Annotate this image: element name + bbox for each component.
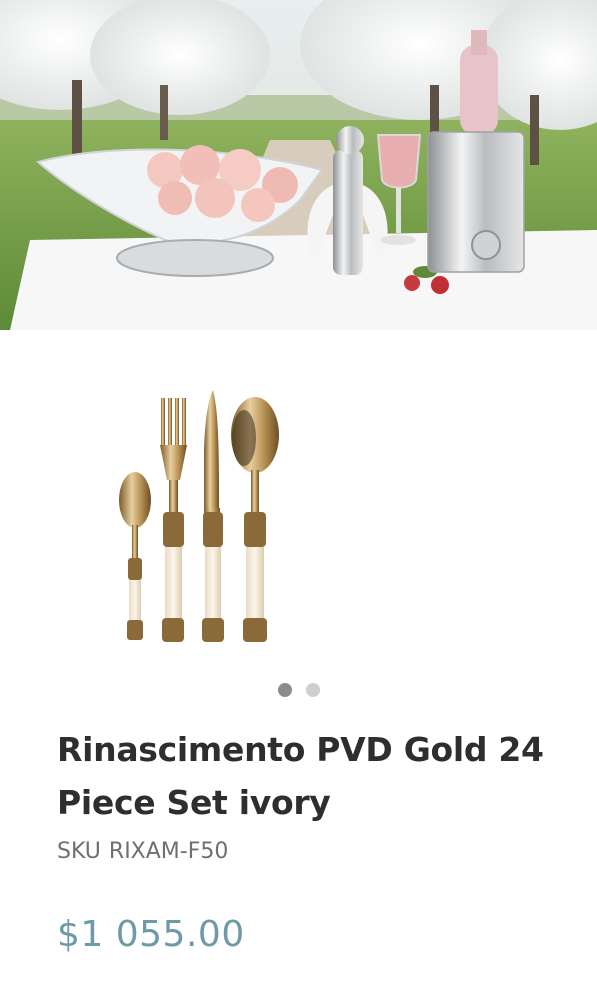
product-title: Rinascimento PVD Gold 24 Piece Set ivory	[57, 730, 544, 822]
product-sku: SKU RIXAM-F50	[57, 839, 228, 864]
sku-label: SKU	[57, 839, 101, 864]
cutlery-set-image	[119, 390, 279, 642]
hero-banner-image	[0, 0, 597, 330]
gallery-dot-1[interactable]	[277, 683, 292, 697]
product-gallery[interactable]	[0, 330, 597, 670]
gallery-pagination	[0, 683, 597, 699]
product-price: $1 055.00	[57, 914, 245, 955]
gallery-dot-2[interactable]	[305, 683, 320, 697]
sku-value: RIXAM-F50	[108, 839, 229, 864]
